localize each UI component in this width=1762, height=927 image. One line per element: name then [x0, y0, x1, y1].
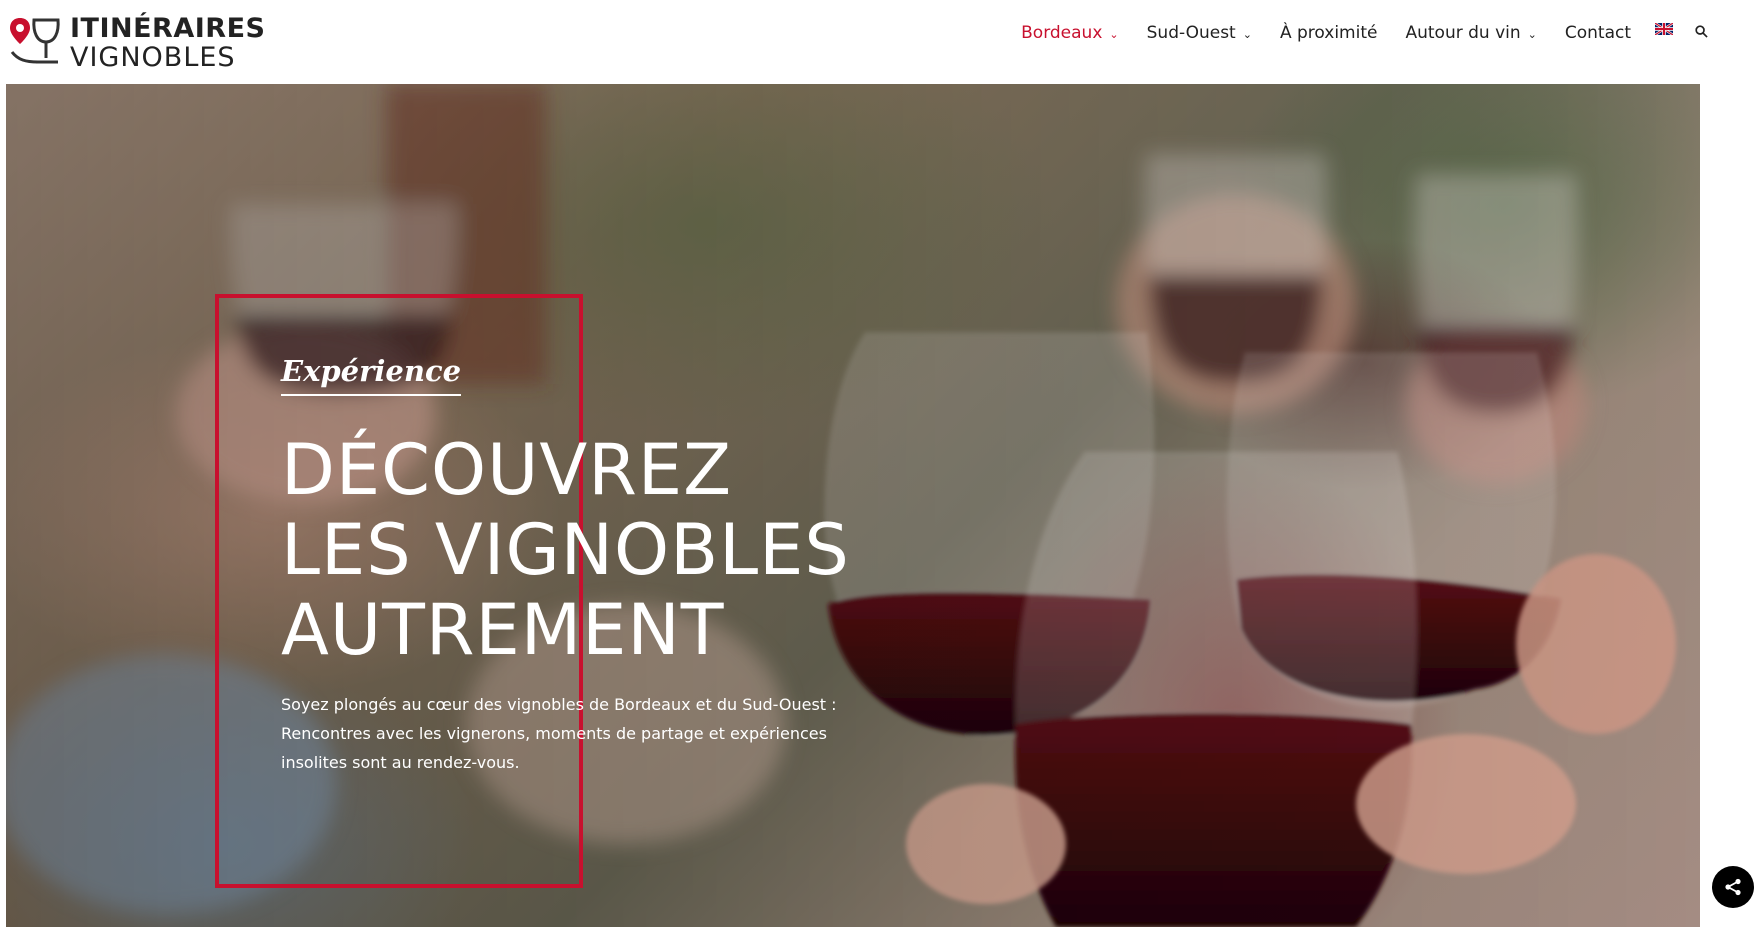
wine-location-logo-icon — [10, 18, 60, 64]
nav-label: À proximité — [1279, 23, 1378, 43]
chevron-down-icon: ⌄ — [1109, 27, 1119, 41]
share-button[interactable] — [1712, 866, 1754, 908]
nav-item-sud-ouest[interactable]: Sud-Ouest ⌄ — [1147, 23, 1252, 43]
nav-label: Autour du vin — [1405, 23, 1521, 43]
nav-label: Sud-Ouest — [1146, 23, 1236, 43]
nav-item-autour-du-vin[interactable]: Autour du vin ⌄ — [1405, 23, 1536, 43]
main-navigation: Bordeaux ⌄ Sud-Ouest ⌄ À proximité Autou… — [993, 0, 1708, 66]
search-icon[interactable] — [1695, 24, 1708, 38]
nav-item-bordeaux[interactable]: Bordeaux ⌄ — [1021, 23, 1118, 43]
site-logo[interactable]: ITINÉRAIRES VIGNOBLES — [8, 10, 268, 73]
chevron-down-icon: ⌄ — [1527, 27, 1537, 41]
hero-subtext: Soyez plongés au cœur des vignobles de B… — [281, 695, 837, 772]
nav-label: Bordeaux — [1021, 23, 1103, 43]
nav-item-contact[interactable]: Contact — [1565, 23, 1631, 43]
logo-text-line2: VIGNOBLES — [70, 42, 236, 73]
nav-item-a-proximite[interactable]: À proximité — [1280, 23, 1378, 43]
share-icon — [1725, 878, 1741, 896]
hero-headline-line1: DÉCOUVREZ — [281, 429, 733, 511]
uk-flag-icon[interactable] — [1655, 23, 1673, 35]
hero-headline: DÉCOUVREZ LES VIGNOBLES AUTREMENT — [281, 430, 981, 670]
logo-text-line1: ITINÉRAIRES — [70, 13, 266, 44]
hero-eyebrow: Expérience — [281, 354, 462, 396]
hero-headline-line2: LES VIGNOBLES — [281, 509, 850, 591]
chevron-down-icon: ⌄ — [1242, 27, 1252, 41]
nav-label: Contact — [1564, 23, 1631, 43]
hero-headline-line3: AUTREMENT — [281, 589, 725, 671]
hero-banner: Expérience DÉCOUVREZ LES VIGNOBLES AUTRE… — [6, 84, 1700, 927]
site-header: ITINÉRAIRES VIGNOBLES Bordeaux ⌄ Sud-Oue… — [0, 0, 1762, 84]
